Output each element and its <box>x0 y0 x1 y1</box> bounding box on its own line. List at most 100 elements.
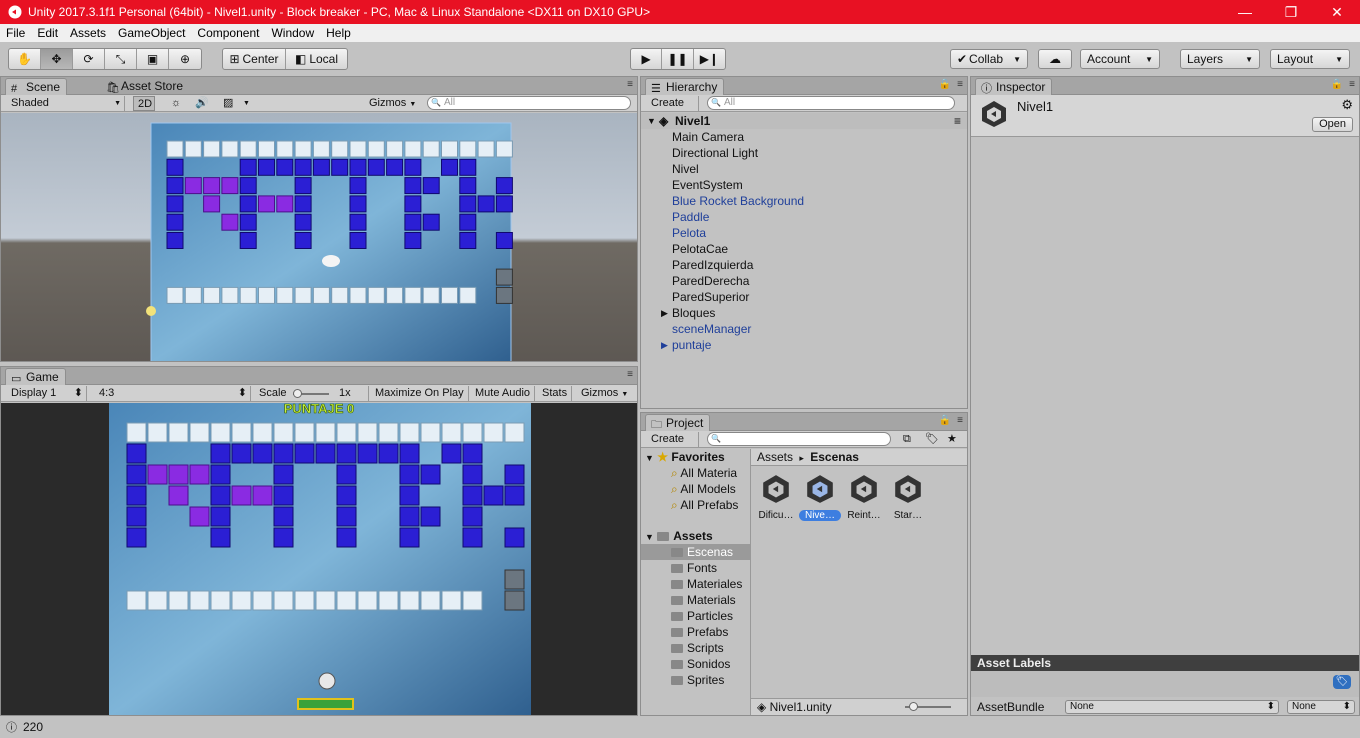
folder-item[interactable]: Materiales <box>641 576 750 592</box>
lock-icon[interactable]: 🔒 <box>939 79 951 90</box>
hierarchy-item[interactable]: EventSystem <box>641 177 967 193</box>
rotate-tool-button[interactable]: ⟳ <box>73 49 105 69</box>
panel-menu-icon[interactable]: ≡ <box>1349 79 1355 90</box>
account-dropdown[interactable]: Account ▼ <box>1080 49 1160 69</box>
hierarchy-item[interactable]: ParedIzquierda <box>641 257 967 273</box>
hierarchy-item[interactable]: PelotaCae <box>641 241 967 257</box>
chevron-down-icon[interactable]: ▼ <box>239 96 254 111</box>
cloud-button[interactable]: ☁ <box>1038 49 1072 69</box>
folder-item[interactable]: Fonts <box>641 560 750 576</box>
aspect-dropdown[interactable]: 4:3 ⬍ <box>95 386 251 401</box>
favorites-header[interactable]: ▼ ★ Favorites <box>645 449 725 465</box>
step-button[interactable]: ▶❙ <box>694 49 725 69</box>
stats-toggle[interactable]: Stats <box>538 386 573 401</box>
menu-edit[interactable]: Edit <box>31 26 64 40</box>
minimize-button[interactable]: — <box>1222 0 1268 24</box>
scene-options-icon[interactable]: ≡ <box>954 113 961 129</box>
mute-audio-toggle[interactable]: Mute Audio <box>471 386 536 401</box>
audio-toggle-icon[interactable]: 🔊 <box>191 96 213 111</box>
folder-item[interactable]: Escenas <box>641 544 750 560</box>
breadcrumb-root[interactable]: Assets <box>757 450 793 464</box>
icon-size-slider[interactable] <box>905 702 951 711</box>
hierarchy-item[interactable]: sceneManager <box>641 321 967 337</box>
scene-asset[interactable]: Nive… <box>799 473 841 525</box>
tab-project[interactable]: 🗀 Project <box>645 414 711 431</box>
play-button[interactable]: ▶ <box>631 49 663 69</box>
tag-icon[interactable]: 🏷 <box>1333 675 1351 689</box>
restore-button[interactable]: ❐ <box>1268 0 1314 24</box>
hierarchy-item[interactable]: ▶ puntaje <box>641 337 967 353</box>
layout-dropdown[interactable]: Layout ▼ <box>1270 49 1350 69</box>
pause-button[interactable]: ❚❚ <box>662 49 694 69</box>
folder-item[interactable]: Sprites <box>641 672 750 688</box>
menu-help[interactable]: Help <box>320 26 357 40</box>
open-button[interactable]: Open <box>1312 117 1353 132</box>
variant-dropdown[interactable]: None ⬍ <box>1287 700 1355 714</box>
panel-menu-icon[interactable]: ≡ <box>957 415 963 426</box>
tab-hierarchy[interactable]: ☰ Hierarchy <box>645 78 725 95</box>
expand-right-icon[interactable]: ▶ <box>661 337 668 353</box>
hierarchy-item[interactable]: ParedDerecha <box>641 273 967 289</box>
panel-menu-icon[interactable]: ≡ <box>627 79 633 90</box>
folder-item[interactable]: Sonidos <box>641 656 750 672</box>
gear-icon[interactable]: ⚙ <box>1341 97 1353 113</box>
menu-assets[interactable]: Assets <box>64 26 112 40</box>
transform-tool-button[interactable]: ⊕ <box>169 49 201 69</box>
hierarchy-item[interactable]: Directional Light <box>641 145 967 161</box>
expand-right-icon[interactable]: ▶ <box>661 305 668 321</box>
assets-header[interactable]: ▼ Assets <box>645 528 713 544</box>
hierarchy-item[interactable]: Blue Rocket Background <box>641 193 967 209</box>
favorite-all-materials[interactable]: ⌕ All Materia <box>671 465 737 481</box>
scene-asset[interactable]: Dificu… <box>755 473 797 525</box>
project-search-input[interactable] <box>707 432 891 446</box>
scene-viewport[interactable] <box>1 113 637 362</box>
breadcrumb-current[interactable]: Escenas <box>810 450 859 464</box>
assetbundle-dropdown[interactable]: None ⬍ <box>1065 700 1279 714</box>
gizmos-dropdown[interactable]: Gizmos ▼ <box>365 96 420 111</box>
scene-asset[interactable]: Reint… <box>843 473 885 525</box>
tab-inspector[interactable]: ⓘ Inspector <box>975 78 1053 95</box>
hierarchy-item[interactable]: ParedSuperior <box>641 289 967 305</box>
game-viewport[interactable]: PUNTAJE 0 <box>1 403 637 716</box>
hierarchy-item[interactable]: Main Camera <box>641 129 967 145</box>
filter-type-icon[interactable]: ⧉ <box>899 432 915 447</box>
expand-down-icon[interactable]: ▼ <box>647 113 656 129</box>
tab-scene[interactable]: # Scene <box>5 78 68 95</box>
menu-window[interactable]: Window <box>265 26 320 40</box>
lock-icon[interactable]: 🔒 <box>1331 79 1343 90</box>
folder-item[interactable]: Scripts <box>641 640 750 656</box>
scale-slider[interactable] <box>289 386 333 401</box>
favorite-star-icon[interactable]: ★ <box>943 432 961 447</box>
panel-menu-icon[interactable]: ≡ <box>957 79 963 90</box>
hierarchy-item[interactable]: Pelota <box>641 225 967 241</box>
folder-item[interactable]: Particles <box>641 608 750 624</box>
rect-tool-button[interactable]: ▣ <box>137 49 169 69</box>
tab-asset-store[interactable]: 🛍 Asset Store <box>101 78 189 95</box>
maximize-on-play-toggle[interactable]: Maximize On Play <box>371 386 469 401</box>
move-tool-button[interactable]: ✥ <box>41 49 73 69</box>
scene-root-row[interactable]: ▼ ◈ Nivel1 ≡ <box>641 113 967 129</box>
panel-menu-icon[interactable]: ≡ <box>627 369 633 380</box>
folder-item[interactable]: Prefabs <box>641 624 750 640</box>
close-button[interactable]: ✕ <box>1314 0 1360 24</box>
light-toggle-icon[interactable]: ☼ <box>167 96 185 111</box>
filter-label-icon[interactable]: 🏷 <box>921 432 943 447</box>
menu-component[interactable]: Component <box>191 26 265 40</box>
menu-gameobject[interactable]: GameObject <box>112 26 191 40</box>
hand-tool-button[interactable]: ✋ <box>9 49 41 69</box>
layers-dropdown[interactable]: Layers ▼ <box>1180 49 1260 69</box>
shading-dropdown[interactable]: Shaded ▼ <box>7 96 125 111</box>
effects-toggle-icon[interactable]: ▨ <box>219 96 237 111</box>
mode-2d-toggle[interactable]: 2D <box>133 96 155 111</box>
hierarchy-item[interactable]: Nivel <box>641 161 967 177</box>
hierarchy-create-dropdown[interactable]: Create ▼ <box>647 96 699 123</box>
display-dropdown[interactable]: Display 1 ⬍ <box>7 386 87 401</box>
folder-item[interactable]: Materials <box>641 592 750 608</box>
tab-game[interactable]: ▭ Game <box>5 368 66 385</box>
scale-tool-button[interactable]: ⤡ <box>105 49 137 69</box>
scene-search-input[interactable]: All <box>427 96 631 110</box>
menu-file[interactable]: File <box>0 26 31 40</box>
collab-dropdown[interactable]: ✔ Collab ▼ <box>950 49 1028 69</box>
game-gizmos-dropdown[interactable]: Gizmos ▼ <box>577 386 632 401</box>
hierarchy-search-input[interactable]: All <box>707 96 955 110</box>
